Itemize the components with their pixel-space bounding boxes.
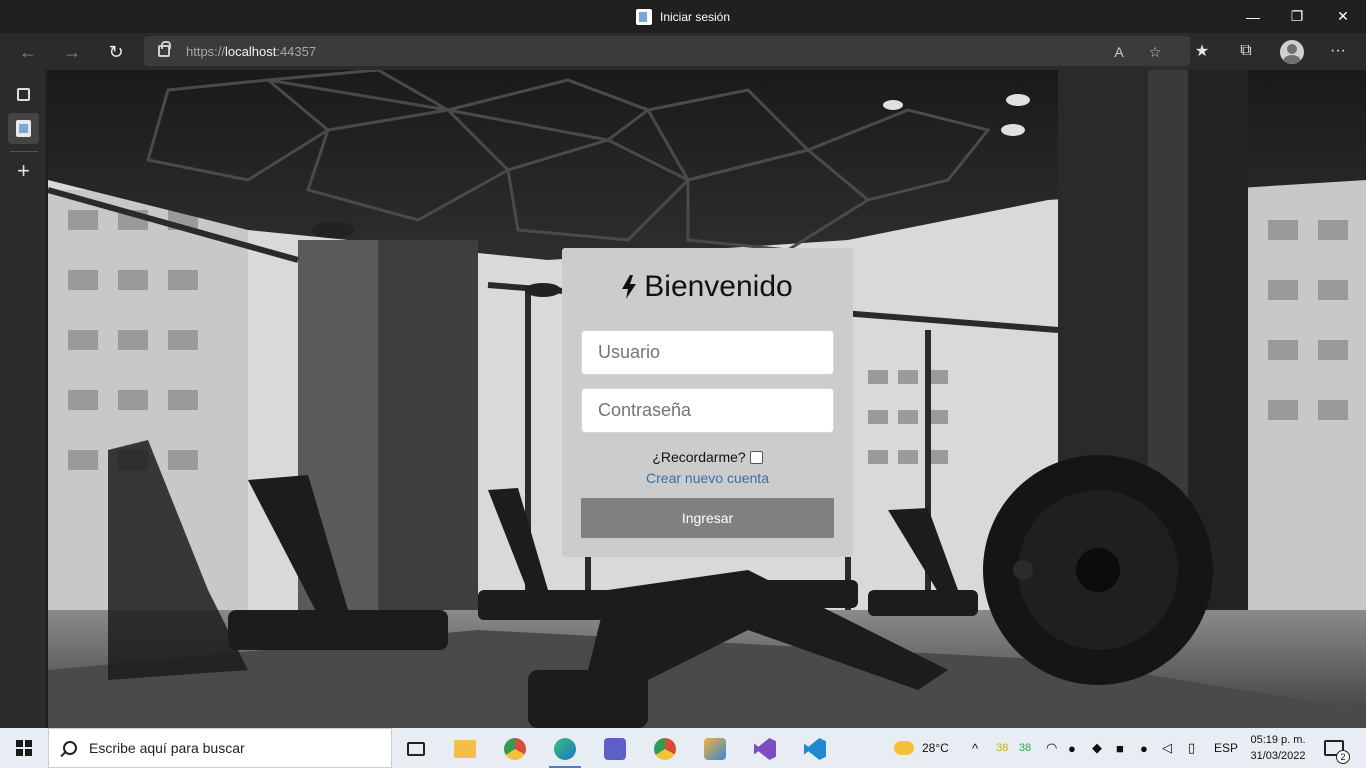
page-icon xyxy=(16,120,31,137)
security-icon[interactable]: ◆ xyxy=(1092,728,1102,768)
clock-date: 31/03/2022 xyxy=(1250,750,1306,762)
read-aloud-icon[interactable]: A xyxy=(1108,41,1130,63)
file-explorer-icon[interactable] xyxy=(443,732,487,766)
vscode-icon[interactable] xyxy=(793,732,837,766)
add-favorite-icon[interactable]: ☆ xyxy=(1144,41,1166,63)
tray-orange-icon[interactable]: ● xyxy=(1140,728,1148,768)
tab-divider xyxy=(10,151,38,152)
edge-icon[interactable] xyxy=(543,732,587,768)
visual-studio-icon[interactable] xyxy=(743,732,787,766)
language-indicator[interactable]: ESP xyxy=(1214,728,1238,768)
search-icon xyxy=(63,741,77,755)
window-title: Iniciar sesión xyxy=(0,0,1366,33)
show-hidden-icons-chevron-icon[interactable]: ^ xyxy=(972,728,978,768)
profile-avatar[interactable] xyxy=(1280,40,1304,64)
login-submit-button[interactable]: Ingresar xyxy=(581,498,834,538)
chrome-profile-icon[interactable] xyxy=(643,732,687,766)
favorites-icon[interactable]: ★ xyxy=(1187,36,1217,66)
tab-actions-icon[interactable] xyxy=(8,79,39,110)
weather-widget[interactable]: 28°C xyxy=(894,728,949,768)
tray-counter-b[interactable]: 38 xyxy=(1019,728,1031,768)
lightning-bolt-icon xyxy=(622,275,637,299)
browser-toolbar: ← → ↻ https://localhost:44357 A ☆ xyxy=(0,33,1366,70)
taskbar: Escribe aquí para buscar 28°C ^ 38 38 ◠ … xyxy=(0,728,1366,768)
tab-iniciar-sesion[interactable] xyxy=(8,113,39,144)
back-icon[interactable]: ← xyxy=(12,36,44,68)
windows-icon xyxy=(16,740,32,756)
collections-icon[interactable]: ⧉ xyxy=(1231,36,1261,66)
teams-icon[interactable] xyxy=(593,732,637,766)
address-bar[interactable]: https://localhost:44357 A ☆ xyxy=(144,36,1190,66)
taskbar-search[interactable]: Escribe aquí para buscar xyxy=(48,728,392,768)
create-account-link[interactable]: Crear nuevo cuenta xyxy=(562,470,853,486)
remember-me-row: ¿Recordarme? xyxy=(562,449,853,465)
wifi-icon[interactable]: ◠ xyxy=(1046,728,1057,768)
chrome-icon[interactable] xyxy=(493,732,537,766)
tray-app-icon[interactable]: ● xyxy=(1068,728,1076,768)
weather-temp: 28°C xyxy=(922,741,949,755)
forward-icon[interactable]: → xyxy=(56,36,88,68)
lock-icon xyxy=(158,41,171,57)
clock[interactable]: 05:19 p. m. 31/03/2022 xyxy=(1240,732,1316,764)
notifications-icon[interactable]: 2 xyxy=(1324,728,1350,768)
new-tab-icon[interactable]: + xyxy=(8,155,39,186)
window-title-text: Iniciar sesión xyxy=(659,9,731,24)
notifications-count: 2 xyxy=(1336,750,1350,764)
url-text[interactable]: https://localhost:44357 xyxy=(186,44,316,59)
login-title: Bienvenido xyxy=(562,270,853,304)
login-card: Bienvenido ¿Recordarme? Crear nuevo cuen… xyxy=(562,248,853,557)
clock-time: 05:19 p. m. xyxy=(1250,734,1306,746)
login-title-text: Bienvenido xyxy=(644,270,793,303)
search-placeholder: Escribe aquí para buscar xyxy=(89,740,245,756)
refresh-icon[interactable]: ↻ xyxy=(100,36,132,68)
remember-me-checkbox[interactable] xyxy=(749,450,763,464)
battery-icon[interactable]: ▯ xyxy=(1188,728,1195,768)
close-button[interactable]: ✕ xyxy=(1320,0,1366,33)
volume-icon[interactable]: ◁ xyxy=(1162,728,1172,768)
tray-counter-a[interactable]: 38 xyxy=(996,728,1008,768)
password-input[interactable] xyxy=(581,388,834,433)
minimize-button[interactable]: — xyxy=(1230,0,1276,33)
title-bar: Iniciar sesión — ❐ ✕ xyxy=(0,0,1366,33)
teams-tray-icon[interactable]: ■ xyxy=(1116,728,1124,768)
task-view-icon[interactable] xyxy=(394,732,438,766)
username-input[interactable] xyxy=(581,330,834,375)
xlaunch-icon[interactable] xyxy=(693,732,737,766)
start-button[interactable] xyxy=(0,728,48,768)
vertical-tab-strip: + xyxy=(0,70,47,728)
restore-button[interactable]: ❐ xyxy=(1274,0,1320,33)
settings-menu-icon[interactable]: ··· xyxy=(1323,36,1353,66)
weather-icon xyxy=(894,741,914,755)
page-icon xyxy=(635,8,652,25)
remember-me-label: ¿Recordarme? xyxy=(652,449,746,465)
